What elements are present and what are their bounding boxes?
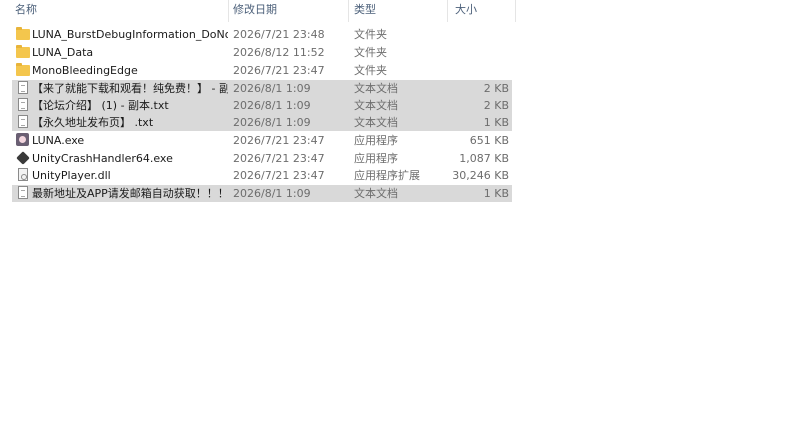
file-modified: 2026/8/1 1:09 [233,116,311,129]
file-type: 文件夹 [354,64,387,77]
file-size: 30,246 KB [452,169,509,182]
file-size [448,62,509,79]
file-name: 【论坛介绍】 (1) - 副本.txt [32,99,169,112]
unity-icon [16,151,30,165]
text-file-icon [16,186,30,200]
column-header-size-label: 大小 [455,3,477,16]
folder-icon [16,45,30,59]
file-name: UnityCrashHandler64.exe [32,152,173,165]
file-name: LUNA_Data [32,46,94,59]
file-size: 2 KB [483,99,509,112]
file-modified: 2026/7/21 23:47 [233,169,325,182]
file-row-selected[interactable]: 【论坛介绍】 (1) - 副本.txt 2026/8/1 1:09 文本文档 2… [12,97,512,114]
file-name: 【永久地址发布页】 .txt [32,116,154,129]
file-size [448,44,509,61]
file-modified: 2026/7/21 23:47 [233,152,325,165]
file-name: 【来了就能下载和观看！纯免费！】 - 副... [32,82,228,95]
file-row-selected[interactable]: 【永久地址发布页】 .txt 2026/8/1 1:09 文本文档 1 KB [12,114,512,131]
column-header-name-label: 名称 [15,3,37,16]
file-type: 文本文档 [354,116,398,129]
file-name: LUNA.exe [32,134,85,147]
column-header-type[interactable]: 类型 [339,0,447,22]
file-type: 文本文档 [354,82,398,95]
column-header-size[interactable]: 大小 [440,0,516,22]
file-modified: 2026/8/1 1:09 [233,82,311,95]
file-modified: 2026/7/21 23:47 [233,64,325,77]
file-size: 1 KB [483,116,509,129]
file-size: 651 KB [469,134,509,147]
column-header-modified-label: 修改日期 [233,3,277,16]
file-size [448,26,509,43]
text-file-icon [16,115,30,129]
file-modified: 2026/8/1 1:09 [233,187,311,200]
file-modified: 2026/8/1 1:09 [233,99,311,112]
text-file-icon [16,81,30,95]
column-header-bar: 名称 ^ 修改日期 类型 大小 [0,0,516,22]
file-row[interactable]: MonoBleedingEdge 2026/7/21 23:47 文件夹 [12,62,512,79]
file-name: LUNA_BurstDebugInformation_DoNo... [32,28,228,41]
file-row[interactable]: LUNA_BurstDebugInformation_DoNo... 2026/… [12,26,512,43]
folder-icon [16,27,30,41]
file-row-selected[interactable]: 最新地址及APP请发邮箱自动获取！！！... 2026/8/1 1:09 文本文… [12,185,512,202]
file-row[interactable]: UnityCrashHandler64.exe 2026/7/21 23:47 … [12,150,512,167]
file-type: 文件夹 [354,46,387,59]
file-row[interactable]: UnityPlayer.dll 2026/7/21 23:47 应用程序扩展 3… [12,167,512,184]
file-modified: 2026/7/21 23:48 [233,28,325,41]
file-type: 应用程序扩展 [354,169,420,182]
file-type: 文件夹 [354,28,387,41]
file-modified: 2026/8/12 11:52 [233,46,325,59]
file-row[interactable]: LUNA.exe 2026/7/21 23:47 应用程序 651 KB [12,132,512,149]
file-name: MonoBleedingEdge [32,64,138,77]
folder-icon [16,63,30,77]
app-icon [16,133,30,147]
file-type: 应用程序 [354,152,398,165]
file-type: 文本文档 [354,187,398,200]
text-file-icon [16,98,30,112]
file-size: 1,087 KB [459,152,509,165]
file-row-selected[interactable]: 【来了就能下载和观看！纯免费！】 - 副... 2026/8/1 1:09 文本… [12,80,512,97]
file-row[interactable]: LUNA_Data 2026/8/12 11:52 文件夹 [12,44,512,61]
column-header-modified[interactable]: 修改日期 [218,0,348,22]
file-modified: 2026/7/21 23:47 [233,134,325,147]
column-divider[interactable] [515,0,516,22]
file-size: 2 KB [483,82,509,95]
file-type: 应用程序 [354,134,398,147]
column-header-type-label: 类型 [354,3,376,16]
sort-ascending-icon: ^ [113,0,121,7]
file-type: 文本文档 [354,99,398,112]
file-name: UnityPlayer.dll [32,169,111,182]
file-size: 1 KB [483,187,509,200]
file-name: 最新地址及APP请发邮箱自动获取！！！... [32,187,228,200]
dll-file-icon [16,168,30,182]
